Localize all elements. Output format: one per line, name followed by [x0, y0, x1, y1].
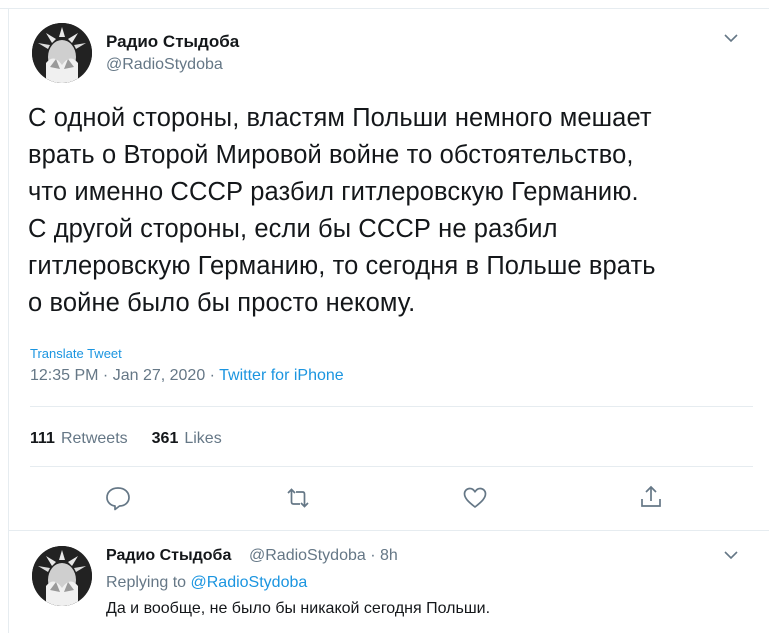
tweet-metadata: 12:35 PM · Jan 27, 2020 · Twitter for iP… [30, 367, 344, 385]
reply-author-name[interactable]: Радио Стыдоба [106, 547, 231, 565]
source-link[interactable]: Twitter for iPhone [219, 367, 344, 384]
tweet-text-line: врать о Второй Мировой войне то обстояте… [28, 141, 634, 169]
tweet-text-line: о войне было бы просто некому. [28, 289, 416, 317]
heart-icon[interactable] [462, 485, 488, 511]
replying-to: Replying to @RadioStydoba [106, 574, 307, 592]
chevron-down-icon[interactable] [724, 33, 738, 43]
likes-label: Likes [184, 430, 222, 447]
divider [30, 406, 753, 407]
retweets-count: 111 [30, 430, 55, 447]
retweets-label: Retweets [60, 430, 128, 447]
tweet-text-line: что именно СССР разбил гитлеровскую Герм… [28, 178, 639, 206]
reply-avatar[interactable] [32, 546, 92, 606]
reply-text: Да и вообще, не было бы никакой сегодня … [106, 600, 491, 617]
retweets-stat[interactable]: 111 Retweets [30, 430, 128, 447]
chevron-down-icon[interactable] [724, 550, 738, 560]
tweet-text-line: гитлеровскую Германию, то сегодня в Поль… [28, 252, 656, 280]
reply-handle-time[interactable]: @RadioStydoba · 8h [249, 547, 398, 565]
top-border [0, 0, 769, 9]
retweet-icon[interactable] [285, 485, 311, 511]
replying-prefix: Replying to [106, 574, 191, 591]
translate-tweet-link[interactable]: Translate Tweet [30, 346, 122, 361]
tweet-text-line: С одной стороны, властям Польши немного … [28, 104, 652, 132]
tweet-text: С одной стороны, властям Польши немного … [28, 100, 748, 322]
engagement-stats: 111 Retweets 361 Likes [30, 430, 222, 448]
divider [9, 530, 769, 531]
timestamp[interactable]: 12:35 PM · Jan 27, 2020 · [30, 367, 219, 384]
avatar[interactable] [32, 23, 92, 83]
share-icon[interactable] [638, 484, 664, 510]
tweet-text-line: С другой стороны, если бы СССР не разбил [28, 215, 558, 243]
author-handle[interactable]: @RadioStydoba [106, 56, 223, 74]
divider [30, 466, 753, 467]
likes-count: 361 [151, 430, 179, 447]
author-name[interactable]: Радио Стыдоба [106, 32, 239, 52]
likes-stat[interactable]: 361 Likes [152, 430, 222, 447]
left-border [8, 8, 9, 633]
reply-icon[interactable] [105, 485, 131, 511]
replying-handle-link[interactable]: @RadioStydoba [191, 574, 308, 591]
